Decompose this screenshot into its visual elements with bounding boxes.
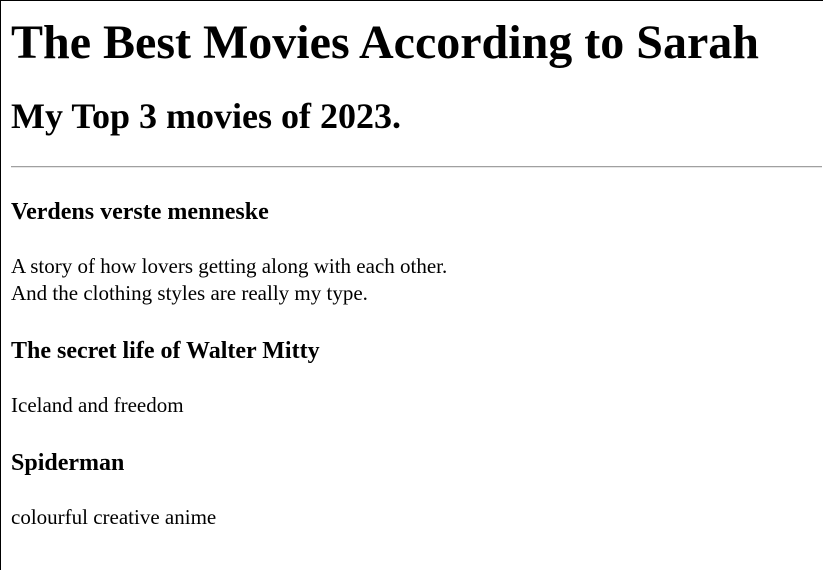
page-subtitle: My Top 3 movies of 2023. bbox=[11, 96, 402, 136]
movie-description-3: colourful creative anime bbox=[11, 504, 823, 531]
page-content: The Best Movies According to Sarah My To… bbox=[1, 1, 823, 531]
movie-description-2: Iceland and freedom bbox=[11, 392, 823, 419]
movie-description-1-line-2: And the clothing styles are really my ty… bbox=[11, 281, 368, 305]
movie-description-1: A story of how lovers getting along with… bbox=[11, 253, 823, 307]
movie-title-2: The secret life of Walter Mitty bbox=[11, 338, 320, 364]
divider bbox=[11, 166, 822, 168]
movie-description-3-line-1: colourful creative anime bbox=[11, 505, 217, 529]
browser-page: The Best Movies According to Sarah My To… bbox=[0, 0, 823, 570]
movie-title-3: Spiderman bbox=[11, 450, 125, 476]
movie-description-2-line-1: Iceland and freedom bbox=[11, 393, 184, 417]
movie-title-1: Verdens verste menneske bbox=[11, 199, 269, 225]
page-title: The Best Movies According to Sarah bbox=[11, 16, 759, 69]
movie-description-1-line-1: A story of how lovers getting along with… bbox=[11, 254, 448, 278]
